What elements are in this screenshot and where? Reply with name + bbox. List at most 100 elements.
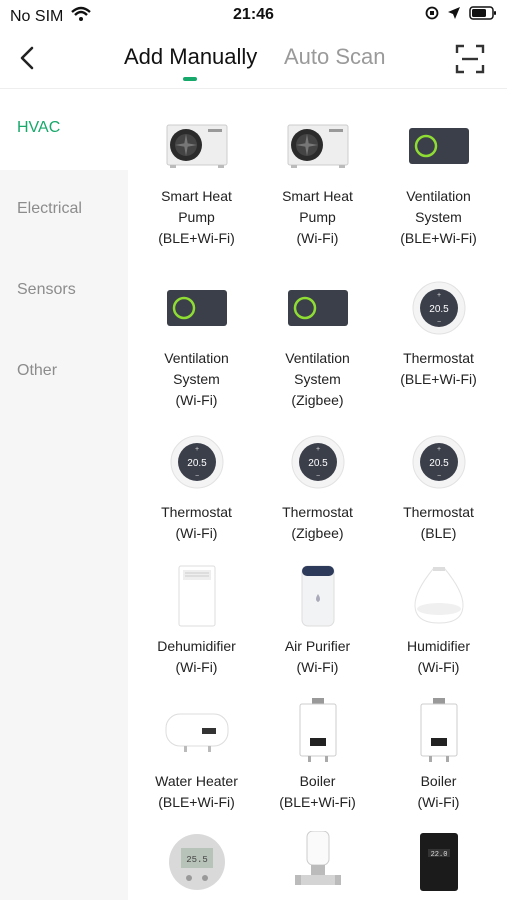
device-name-line: Boiler [299,773,336,789]
device-tile[interactable]: Humidifier (Wi-Fi) [378,560,499,678]
device-connectivity: (BLE) [420,525,457,541]
device-label: Thermostat (Zigbee) [257,502,378,544]
device-name-line: Boiler [420,773,457,789]
wall-controller-icon: 22.0 [378,826,499,898]
device-name-line: Thermostat [282,504,353,520]
svg-text:−: − [436,473,440,480]
svg-text:−: − [436,319,440,326]
device-name-line: Ventilation [285,350,350,366]
device-connectivity: (Wi-Fi) [175,392,218,408]
device-label: Smart Heat Pump (BLE+Wi-Fi) [136,186,257,249]
device-name-line: Ventilation [406,188,471,204]
device-name-line: Thermostat [161,504,232,520]
device-label: Dehumidifier (Wi-Fi) [136,636,257,678]
device-tile[interactable]: 20.5 + − Thermostat (Wi-Fi) [136,426,257,544]
svg-text:+: + [436,446,440,453]
device-name-line: Thermostat [403,350,474,366]
device-name-line: Dehumidifier [157,638,236,654]
device-label: Thermostat (BLE+Wi-Fi) [378,348,499,390]
device-label: Boiler (BLE+Wi-Fi) [257,771,378,813]
device-connectivity: (BLE+Wi-Fi) [400,371,477,387]
status-right [425,6,497,25]
category-sidebar: HVAC Electrical Sensors Other [0,89,128,900]
device-connectivity: (Wi-Fi) [175,659,218,675]
sidebar-item-hvac[interactable]: HVAC [0,89,128,170]
orientation-lock-icon [425,6,439,25]
device-tile[interactable]: Smart Heat Pump (BLE+Wi-Fi) [136,110,257,249]
heat-pump-icon [136,110,257,182]
svg-text:+: + [194,446,198,453]
sidebar-item-other[interactable]: Other [0,332,128,413]
status-bar: No SIM 21:46 [0,0,507,32]
air-purifier-icon [257,560,378,632]
scan-qr-icon[interactable] [455,44,485,74]
device-label: Humidifier (Wi-Fi) [378,636,499,678]
device-name-line: System [173,371,220,387]
device-tile[interactable]: Ventilation System (BLE+Wi-Fi) [378,110,499,249]
device-tile[interactable]: 22.0 [378,826,499,898]
tab-add-manually[interactable]: Add Manually [124,44,257,70]
device-connectivity: (BLE+Wi-Fi) [279,794,356,810]
device-name-line: Ventilation [164,350,229,366]
back-icon[interactable] [14,44,42,72]
device-name-line: Water Heater [155,773,238,789]
device-tile[interactable]: Dehumidifier (Wi-Fi) [136,560,257,678]
ventilation-icon [136,272,257,344]
svg-text:+: + [315,446,319,453]
nav-header: Add Manually Auto Scan [0,32,507,89]
device-name-line: Pump [299,209,336,225]
svg-text:20.5: 20.5 [308,458,328,469]
device-name-line: Air Purifier [284,638,351,654]
device-tile[interactable]: Smart Heat Pump (Wi-Fi) [257,110,378,249]
device-connectivity: (Wi-Fi) [296,230,339,246]
svg-text:22.0: 22.0 [430,851,447,859]
svg-text:−: − [194,473,198,480]
tab-auto-scan[interactable]: Auto Scan [284,44,386,70]
thermostat-icon: 20.5 + − [378,426,499,498]
device-tile[interactable]: Ventilation System (Zigbee) [257,272,378,411]
device-connectivity: (BLE+Wi-Fi) [158,230,235,246]
device-tile[interactable]: Boiler (BLE+Wi-Fi) [257,695,378,813]
svg-text:25.5: 25.5 [186,855,208,865]
heat-pump-icon [257,110,378,182]
active-tab-indicator [183,77,197,81]
device-connectivity: (Wi-Fi) [175,525,218,541]
device-label: Boiler (Wi-Fi) [378,771,499,813]
device-tile[interactable]: 20.5 + − Thermostat (BLE) [378,426,499,544]
sidebar-item-label: Sensors [17,281,76,298]
thermostat-icon: 20.5 + − [257,426,378,498]
sidebar-item-label: Other [17,362,58,379]
svg-text:20.5: 20.5 [429,304,449,315]
radiator-valve-icon [257,826,378,898]
device-label: Air Purifier (Wi-Fi) [257,636,378,678]
device-tile[interactable]: 20.5 + − Thermostat (BLE+Wi-Fi) [378,272,499,390]
sidebar-item-sensors[interactable]: Sensors [0,251,128,332]
device-label: Thermostat (Wi-Fi) [136,502,257,544]
device-connectivity: (Wi-Fi) [417,659,460,675]
device-tile[interactable]: Air Purifier (Wi-Fi) [257,560,378,678]
sidebar-item-label: HVAC [17,119,61,136]
device-tile[interactable]: Water Heater (BLE+Wi-Fi) [136,695,257,813]
water-heater-icon [136,695,257,767]
device-tile[interactable]: 25.5 [136,826,257,898]
sidebar-item-label: Electrical [17,200,82,217]
device-connectivity: (Wi-Fi) [417,794,460,810]
device-label: Smart Heat Pump (Wi-Fi) [257,186,378,249]
thermostat-icon: 20.5 + − [136,426,257,498]
device-name-line: Smart Heat [161,188,232,204]
device-name-line: Humidifier [406,638,470,654]
device-tile[interactable]: Ventilation System (Wi-Fi) [136,272,257,411]
device-label: Ventilation System (BLE+Wi-Fi) [378,186,499,249]
thermostat-panel-icon: 25.5 [136,826,257,898]
device-name-line: Smart Heat [282,188,353,204]
device-tile[interactable]: 20.5 + − Thermostat (Zigbee) [257,426,378,544]
device-name-line: Thermostat [403,504,474,520]
device-name-line: Pump [178,209,215,225]
device-tile[interactable]: Boiler (Wi-Fi) [378,695,499,813]
sidebar-item-electrical[interactable]: Electrical [0,170,128,251]
device-connectivity: (Zigbee) [291,392,344,408]
thermostat-icon: 20.5 + − [378,272,499,344]
device-tile[interactable] [257,826,378,898]
device-connectivity: (BLE+Wi-Fi) [158,794,235,810]
boiler-icon [378,695,499,767]
